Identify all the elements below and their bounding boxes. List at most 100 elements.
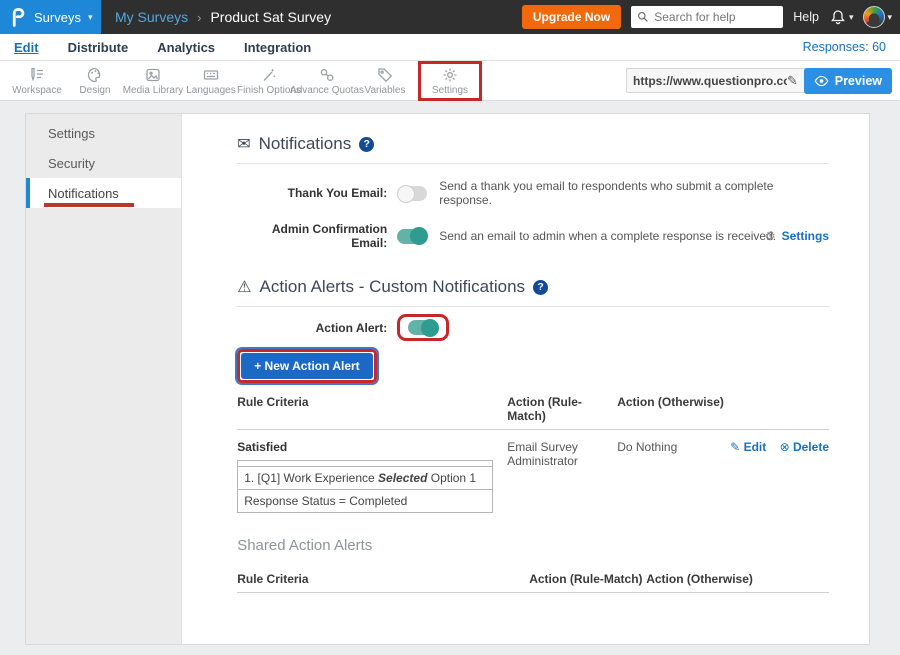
notifications-bell[interactable]: ▾: [829, 8, 854, 26]
action-alert-toggle[interactable]: [408, 320, 438, 335]
help-icon[interactable]: ?: [359, 137, 374, 152]
upgrade-now-button[interactable]: Upgrade Now: [522, 5, 621, 29]
action-match-cell: Email Survey Administrator: [507, 440, 607, 513]
survey-url-input[interactable]: [633, 74, 787, 88]
admin-confirmation-label: Admin Confirmation Email:: [237, 222, 387, 250]
delete-circle-icon: ⊗: [780, 440, 793, 454]
col-action-rule-match: Action (Rule-Match): [507, 395, 617, 423]
toolbar-item-languages[interactable]: Languages: [182, 61, 240, 101]
search-input[interactable]: [654, 10, 772, 24]
edit-pencil-icon: ✎: [730, 440, 743, 454]
settings-gear-icon: [441, 66, 459, 84]
admin-confirmation-toggle[interactable]: [397, 229, 427, 244]
edit-url-pencil-icon[interactable]: ✎: [787, 73, 798, 89]
rule-status: Satisfied: [237, 440, 507, 454]
criteria-text: 1. [Q1] Work Experience: [244, 471, 378, 485]
rule-criteria-cell: Satisfied 1. [Q1] Work Experience Select…: [237, 440, 507, 513]
preview-label: Preview: [835, 74, 882, 88]
survey-url-field[interactable]: ✎: [626, 68, 814, 93]
toolbar-item-advance-quotas[interactable]: Advance Quotas: [298, 61, 356, 101]
breadcrumb-current-survey: Product Sat Survey: [210, 9, 331, 25]
search-icon: [637, 11, 649, 23]
action-alert-row: Satisfied 1. [Q1] Work Experience Select…: [237, 440, 829, 513]
toolbar-item-settings[interactable]: Settings: [421, 61, 479, 101]
warning-triangle-icon: ⚠: [237, 277, 251, 297]
criteria-text: Option 1: [427, 471, 476, 485]
chevron-down-icon: ▾: [849, 12, 854, 23]
criteria-box-1[interactable]: 1. [Q1] Work Experience Selected Option …: [237, 466, 493, 490]
notifications-section-title: ✉ Notifications ?: [237, 134, 829, 154]
section-title-text: Action Alerts - Custom Notifications: [260, 277, 525, 297]
advance-quotas-icon: [318, 66, 336, 84]
envelope-icon: ✉: [237, 134, 250, 154]
breadcrumb-separator: ›: [197, 10, 201, 25]
new-action-alert-button[interactable]: + New Action Alert: [241, 353, 372, 379]
red-underline-annotation: [44, 203, 134, 207]
toolbar-label: Settings: [432, 85, 468, 96]
shared-alerts-table-header: Rule Criteria Action (Rule-Match) Action…: [237, 572, 829, 586]
col-action-otherwise: Action (Otherwise): [646, 572, 829, 586]
thank-you-email-label: Thank You Email:: [237, 186, 387, 200]
criteria-box-2[interactable]: Response Status = Completed: [237, 489, 493, 513]
shared-alerts-heading: Shared Action Alerts: [237, 537, 829, 554]
edit-alert-link[interactable]: ✎ Edit: [730, 440, 766, 454]
preview-button[interactable]: Preview: [804, 68, 892, 94]
criteria-text: Response Status = Completed: [244, 494, 407, 508]
toolbar-item-media-library[interactable]: Media Library: [124, 61, 182, 101]
brand-menu[interactable]: Surveys ▾: [0, 0, 101, 34]
toolbar-label: Design: [79, 85, 110, 96]
toolbar-label: Workspace: [12, 85, 62, 96]
toolbar-item-design[interactable]: Design: [66, 61, 124, 101]
responses-count[interactable]: Responses: 60: [803, 40, 886, 54]
criteria-emphasis: Selected: [378, 471, 427, 485]
settings-panel: Settings Security Notifications ✉ Notifi…: [25, 113, 870, 645]
admin-confirmation-row: Admin Confirmation Email: Send an email …: [237, 222, 829, 250]
notifications-content: ✉ Notifications ? Thank You Email: Send …: [182, 114, 869, 644]
breadcrumb-my-surveys[interactable]: My Surveys: [115, 9, 188, 25]
help-icon[interactable]: ?: [533, 280, 548, 295]
eye-icon: [814, 75, 829, 87]
help-search-box[interactable]: [631, 6, 783, 28]
breadcrumb: My Surveys › Product Sat Survey: [115, 9, 331, 25]
divider: [237, 429, 829, 430]
toolbar-label: Advance Quotas: [290, 85, 364, 96]
product-switcher-label: Surveys: [34, 10, 81, 25]
row-actions: ✎ Edit ⊗ Delete: [722, 440, 829, 513]
sidebar-item-notifications[interactable]: Notifications: [26, 178, 181, 208]
thank-you-email-toggle[interactable]: [397, 186, 427, 201]
delete-alert-link[interactable]: ⊗ Delete: [780, 440, 829, 454]
action-alert-label: Action Alert:: [237, 321, 387, 335]
shared-alerts-title-text: Shared Action Alerts: [237, 537, 372, 554]
new-action-alert-annotation-box: + New Action Alert: [237, 349, 376, 383]
section-title-text: Notifications: [259, 134, 352, 154]
tab-analytics[interactable]: Analytics: [157, 40, 215, 55]
toolbar-item-variables[interactable]: Variables: [356, 61, 414, 101]
topbar-actions: Upgrade Now Help ▾ ▾: [522, 5, 892, 29]
divider: [237, 306, 829, 307]
workspace-icon: [28, 66, 46, 84]
bell-icon: [829, 8, 847, 26]
variables-tag-icon: [376, 66, 394, 84]
thank-you-email-description: Send a thank you email to respondents wh…: [439, 179, 829, 207]
delete-label: Delete: [793, 440, 829, 454]
tab-distribute[interactable]: Distribute: [68, 40, 129, 55]
top-bar: Surveys ▾ My Surveys › Product Sat Surve…: [0, 0, 900, 34]
settings-sidebar: Settings Security Notifications: [26, 114, 182, 644]
media-library-icon: [144, 66, 162, 84]
finish-options-wand-icon: [260, 66, 278, 84]
toolbar-label: Languages: [186, 85, 236, 96]
chevron-down-icon: ▾: [887, 12, 892, 23]
account-menu[interactable]: ▾: [863, 6, 892, 28]
sidebar-item-security[interactable]: Security: [26, 148, 181, 178]
sidebar-item-settings[interactable]: Settings: [26, 118, 181, 148]
tab-edit[interactable]: Edit: [14, 40, 39, 55]
tab-integration[interactable]: Integration: [244, 40, 311, 55]
toolbar-item-workspace[interactable]: Workspace: [8, 61, 66, 101]
col-rule-criteria: Rule Criteria: [237, 572, 529, 586]
action-alerts-section-title: ⚠ Action Alerts - Custom Notifications ?: [237, 277, 829, 297]
col-rule-criteria: Rule Criteria: [237, 395, 507, 423]
help-link[interactable]: Help: [793, 10, 819, 24]
settings-link-label: Settings: [782, 229, 829, 243]
admin-email-settings-link[interactable]: ⚙ Settings: [765, 229, 829, 243]
languages-keyboard-icon: [202, 66, 220, 84]
